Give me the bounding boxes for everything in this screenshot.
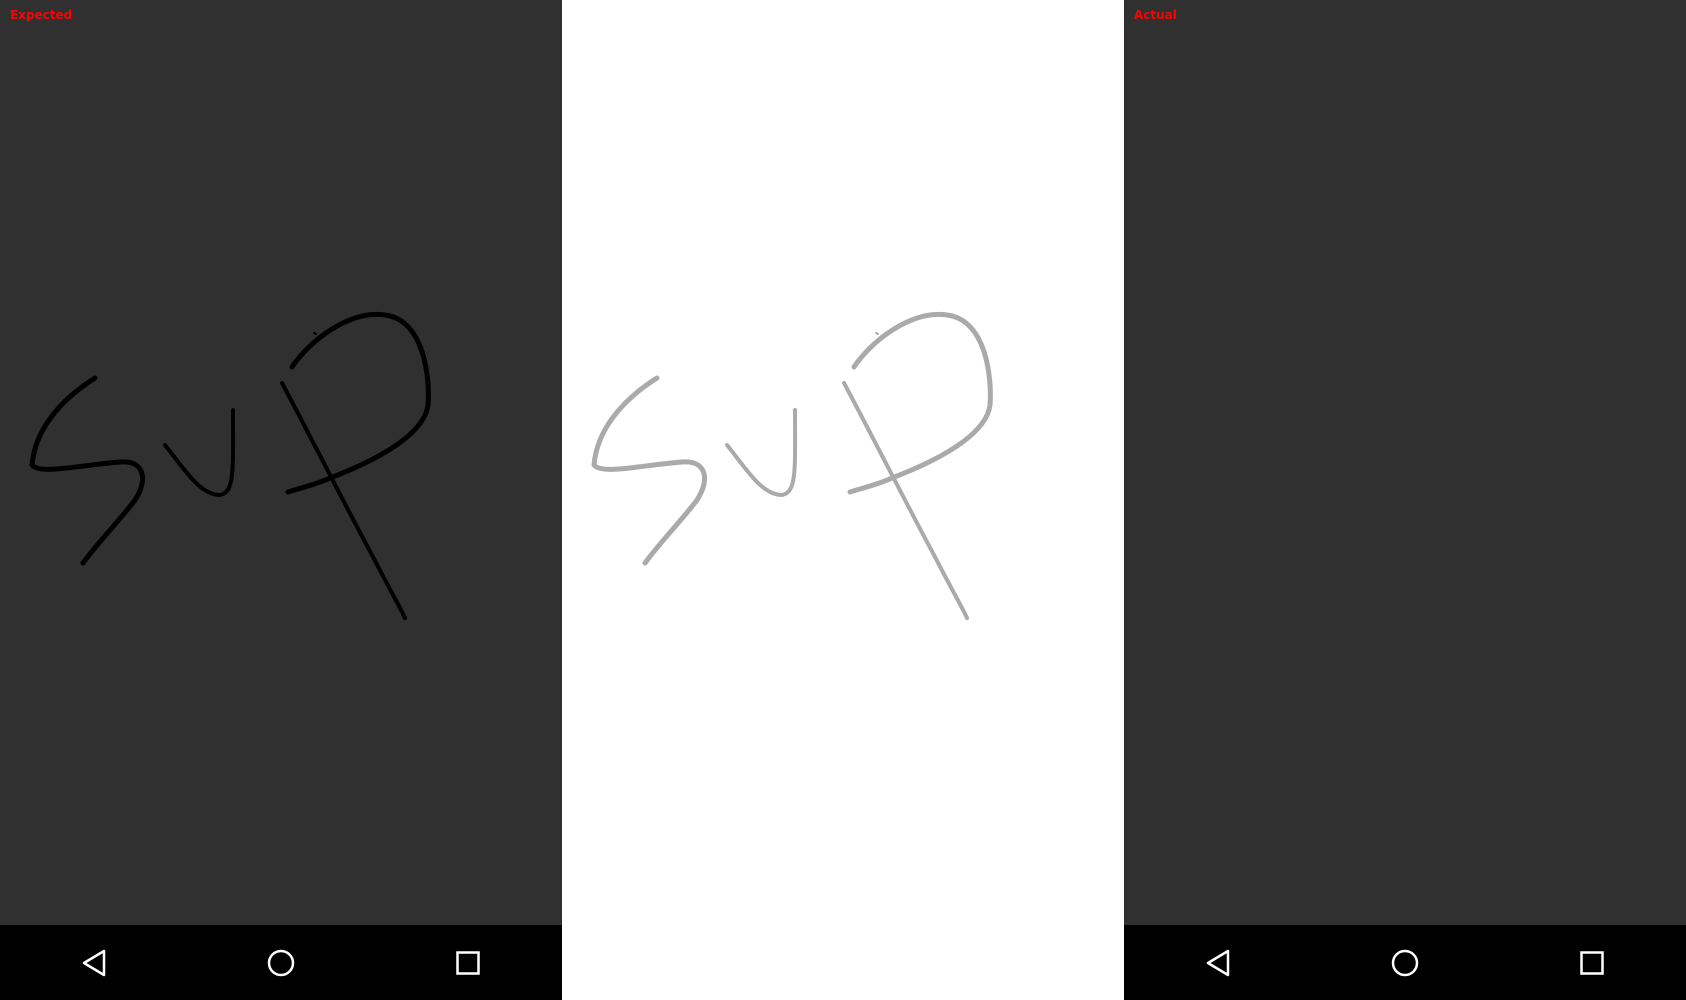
actual-drawing-canvas[interactable] xyxy=(1124,0,1686,925)
back-triangle-icon xyxy=(1206,949,1230,976)
stroke-dot xyxy=(875,332,879,335)
stroke-letter-u xyxy=(725,408,798,497)
diff-panel xyxy=(562,0,1124,1000)
back-button[interactable] xyxy=(1178,925,1258,1000)
recents-square-icon xyxy=(456,950,480,975)
navigation-bar xyxy=(0,925,562,1000)
stroke-letter-p-stem xyxy=(280,381,407,620)
stroke-letter-s xyxy=(29,375,145,566)
recents-square-icon xyxy=(1580,950,1604,975)
stroke-dot xyxy=(902,322,906,325)
recents-button[interactable] xyxy=(428,925,508,1000)
home-circle-icon xyxy=(1391,949,1419,976)
stroke-letter-s xyxy=(591,375,707,566)
recents-button[interactable] xyxy=(1552,925,1632,1000)
comparison-frame: Expected Actual xyxy=(0,0,1686,1000)
stroke-dot xyxy=(340,322,344,325)
stroke-letter-p-bowl xyxy=(285,311,431,495)
back-triangle-icon xyxy=(82,949,106,976)
expected-panel: Expected xyxy=(0,0,562,1000)
stroke-letter-u xyxy=(163,408,236,497)
navigation-bar xyxy=(1124,925,1686,1000)
stroke-letter-p-stem xyxy=(842,381,969,620)
stroke-letter-p-bowl xyxy=(847,311,993,495)
diff-drawing-canvas xyxy=(591,311,993,620)
actual-panel: Actual xyxy=(1124,0,1686,1000)
home-circle-icon xyxy=(267,949,295,976)
stroke-dot xyxy=(313,332,317,335)
expected-drawing-canvas[interactable] xyxy=(0,0,562,925)
back-button[interactable] xyxy=(54,925,134,1000)
home-button[interactable] xyxy=(241,925,321,1000)
home-button[interactable] xyxy=(1365,925,1445,1000)
